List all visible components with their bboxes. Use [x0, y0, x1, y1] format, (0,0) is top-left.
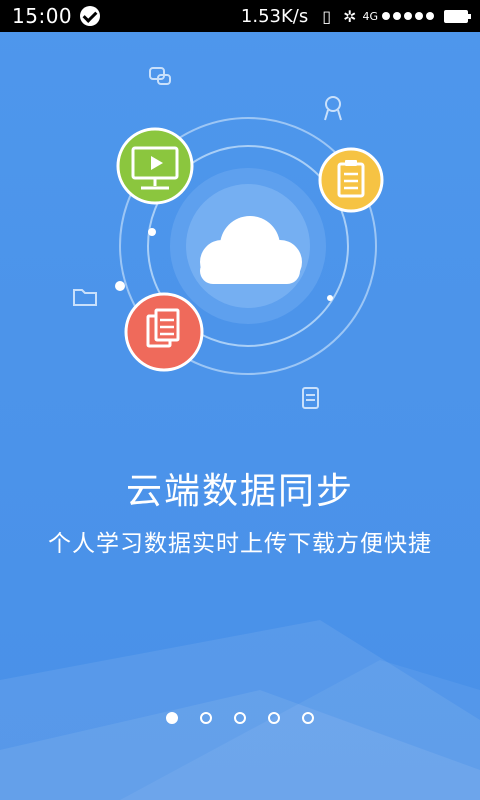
onboarding-screen: 15:00 1.53K/s ▯ ✲ 4G 云端数据同步 个人学习数据实时上传下载…: [0, 0, 480, 800]
page-indicator[interactable]: [0, 712, 480, 724]
page-dot-2[interactable]: [200, 712, 212, 724]
page-subtitle: 个人学习数据实时上传下载方便快捷: [48, 531, 432, 557]
battery-icon: [444, 9, 471, 23]
video-monitor-icon: [116, 127, 194, 205]
page-title: 云端数据同步: [125, 471, 354, 512]
chat-bubbles-icon: [149, 67, 171, 85]
orbit-dot: [148, 228, 156, 236]
signal-strength-icon: [382, 12, 434, 20]
status-time: 15:00: [12, 4, 73, 28]
page-dot-1[interactable]: [166, 712, 178, 724]
status-right: 1.53K/s ▯ ✲ 4G: [240, 5, 471, 27]
network-type: 4G: [362, 9, 378, 23]
status-bar: 15:00 1.53K/s ▯ ✲ 4G: [0, 0, 480, 32]
status-left: 15:00: [12, 4, 101, 28]
cloud-sync-illustration: [73, 67, 384, 409]
orbit-dot: [115, 281, 125, 291]
folder-icon: [73, 289, 97, 306]
award-ribbon-icon: [324, 96, 342, 121]
page-dot-5[interactable]: [302, 712, 314, 724]
page-dot-3[interactable]: [234, 712, 246, 724]
small-clipboard-icon: [302, 387, 319, 409]
document-icon: [124, 292, 204, 372]
background-facets: [0, 620, 480, 800]
clipboard-icon: [318, 147, 384, 213]
check-circle-icon: [80, 6, 101, 26]
network-speed: 1.53K/s: [240, 5, 309, 27]
orbit-dot: [327, 295, 333, 301]
page-dot-4[interactable]: [268, 712, 280, 724]
flower-icon: ✲: [343, 6, 357, 26]
vibrate-icon: ▯: [322, 6, 332, 26]
